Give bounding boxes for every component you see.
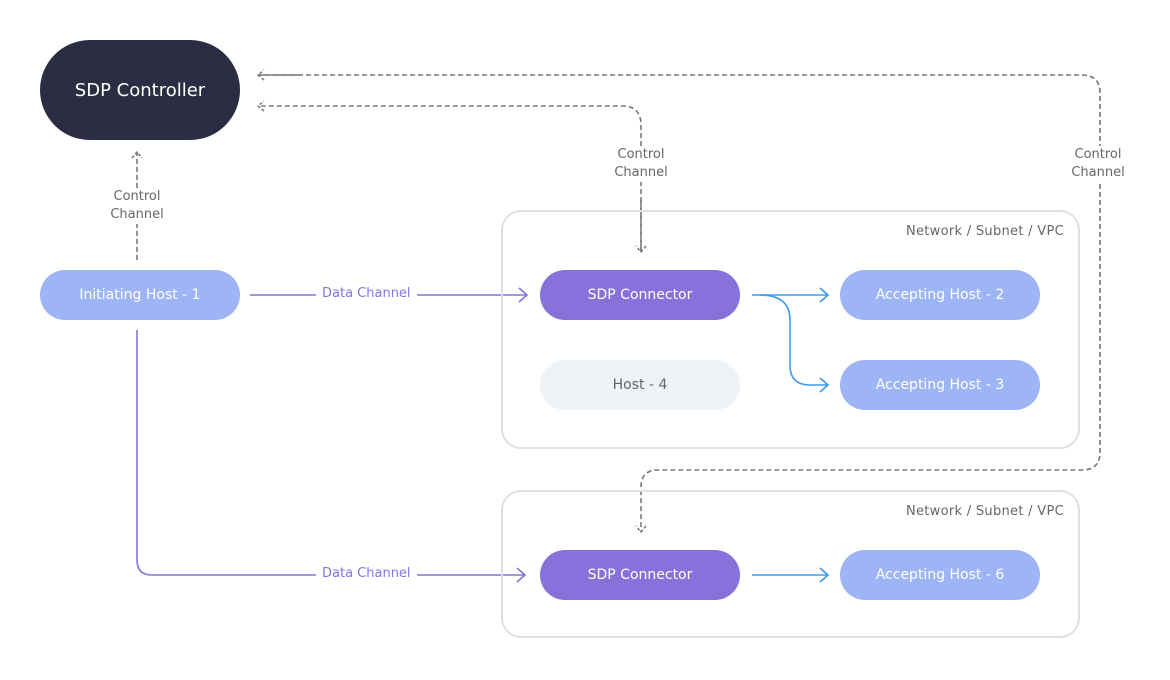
accepting-host-3: Accepting Host - 3 (840, 360, 1040, 410)
sdp-controller-label: SDP Controller (74, 79, 206, 101)
network-label: Network / Subnet / VPC (905, 504, 1064, 519)
control-channel-line2: Channel (1071, 165, 1125, 180)
network-label: Network / Subnet / VPC (905, 224, 1064, 239)
host-label: Host - 4 (612, 377, 668, 393)
control-channel-line1: Control (113, 189, 161, 204)
control-channel-label: Control Channel (1061, 146, 1135, 182)
connector-label: SDP Connector (587, 567, 693, 583)
data-channel-2 (136, 330, 527, 583)
accepting-host-2: Accepting Host - 2 (840, 270, 1040, 320)
control-channel-label: Control Channel (604, 146, 678, 182)
initiating-host-label: Initiating Host - 1 (79, 287, 201, 303)
host-label: Accepting Host - 3 (875, 377, 1005, 393)
sdp-controller: SDP Controller (40, 40, 240, 140)
data-channel-label: Data Channel (316, 566, 417, 581)
network-box-1: Network / Subnet / VPC (501, 210, 1080, 449)
host-label: Accepting Host - 6 (875, 567, 1005, 583)
sdp-connector-2: SDP Connector (540, 550, 740, 600)
host-label: Accepting Host - 2 (875, 287, 1005, 303)
initiating-host-1: Initiating Host - 1 (40, 270, 240, 320)
host-4: Host - 4 (540, 360, 740, 410)
control-channel-line2: Channel (614, 165, 668, 180)
control-channel-label: Control Channel (100, 188, 174, 224)
control-channel-line1: Control (1074, 147, 1122, 162)
accepting-host-6: Accepting Host - 6 (840, 550, 1040, 600)
control-channel-line1: Control (617, 147, 665, 162)
data-channel-label: Data Channel (316, 286, 417, 301)
connector-label: SDP Connector (587, 287, 693, 303)
control-channel-line2: Channel (110, 207, 164, 222)
sdp-connector-1: SDP Connector (540, 270, 740, 320)
